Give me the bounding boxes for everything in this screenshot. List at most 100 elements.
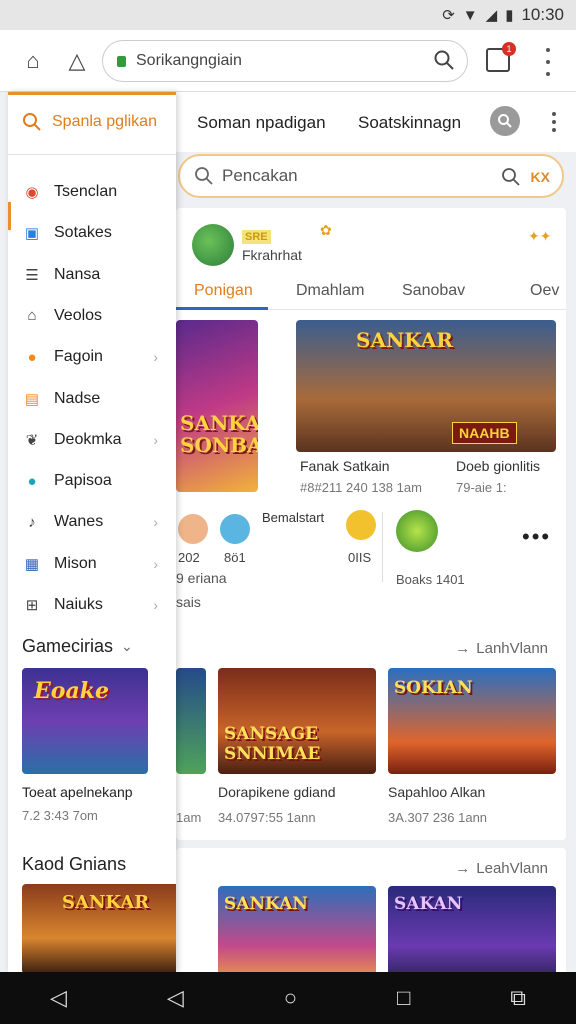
avatar[interactable] <box>220 514 250 544</box>
drawer-search-label: Spanla pglikan <box>52 113 157 130</box>
sidebar-item-fagoin[interactable]: ● Fagoin › <box>8 337 176 377</box>
game-title-3[interactable]: Dorapikene gdiand <box>218 784 336 800</box>
tab-switcher-button[interactable]: 1 <box>486 42 516 72</box>
home-icon[interactable]: △ <box>60 44 94 78</box>
back-icon[interactable]: ◁ <box>50 985 67 1011</box>
image-icon: ▣ <box>24 225 40 243</box>
sync-icon: ⟳ <box>442 7 455 24</box>
lane2-link[interactable]: → LeahVlann <box>455 860 548 877</box>
lane2-link-label: LeahVlann <box>476 860 548 877</box>
game-thumb-4[interactable]: SOKIAN <box>388 668 556 774</box>
tab-ponigan[interactable]: Ponigan <box>194 282 253 300</box>
overflow-menu-icon[interactable] <box>546 112 562 132</box>
drawer-game-meta: 7.2 3:43 7om <box>22 808 98 823</box>
game-thumb-3[interactable]: SANSAGE SNNIMAE <box>218 668 376 774</box>
search-badge[interactable]: KX <box>531 169 550 185</box>
sidebar-item-wanes[interactable]: ♪ Wanes › <box>8 502 176 542</box>
tab-sanobav[interactable]: Sanobav <box>402 282 465 300</box>
drawer-search[interactable]: Spanla pglikan <box>22 112 157 132</box>
teal-badge-icon: ● <box>27 472 37 490</box>
game-thumb-partial[interactable] <box>176 668 206 774</box>
game-meta-partial: 1am <box>176 810 202 825</box>
sidebar-item-sotakes[interactable]: ▣ Sotakes <box>8 213 176 253</box>
game-title-4[interactable]: Sapahloo Alkan <box>388 784 485 800</box>
recents-icon[interactable]: □ <box>397 985 410 1011</box>
drawer-heading-2: Kaod Gnians <box>22 854 127 874</box>
grid-icon: ⊞ <box>25 597 39 614</box>
search-icon <box>498 114 512 128</box>
avatar[interactable] <box>396 510 438 552</box>
drawer-accent <box>8 92 176 95</box>
orange-circle-icon: ● <box>27 348 37 366</box>
chevron-right-icon: › <box>153 431 158 448</box>
drawer-game-thumb-2[interactable]: SANKAR <box>22 884 176 972</box>
banner1-title: SANKAR SONBAVI <box>180 411 258 457</box>
browser-menu-icon[interactable] <box>540 48 556 76</box>
sidebar-item-papisoa[interactable]: ● Papisoa <box>8 461 176 501</box>
home-circle-icon[interactable]: ○ <box>284 985 297 1011</box>
drawer-game-title[interactable]: Toeat apelnekanp <box>22 784 133 800</box>
avatar <box>192 224 234 266</box>
tab-dmahlam[interactable]: Dmahlam <box>296 282 364 300</box>
search-placeholder: Pencakan <box>222 166 298 185</box>
chevron-right-icon: › <box>153 514 158 531</box>
people-num-1: 202 <box>178 550 200 565</box>
sidebar-item-nadse[interactable]: ▤ Nadse <box>8 379 176 419</box>
more-icon[interactable]: ••• <box>522 524 551 550</box>
search-submit-icon[interactable] <box>501 167 521 187</box>
sub-tabs: Ponigan Dmahlam Sanobav Oev <box>176 270 566 310</box>
drawer-game-thumb[interactable]: Eoake <box>22 668 148 774</box>
sidebar-item-nansa[interactable]: ☰ Nansa <box>8 255 176 295</box>
profile-header[interactable]: SRE Fkrahrhat <box>192 222 302 268</box>
search-avatar-button[interactable] <box>490 106 520 136</box>
tab-oev[interactable]: Oev <box>530 282 559 300</box>
game-title-2[interactable]: Doeb gionlitis <box>456 458 540 474</box>
lane-card-1: → LanhVlann 1am SANSAGE SNNIMAE Dorapike… <box>176 628 566 840</box>
sidebar-item-label: Wanes <box>54 513 104 531</box>
game-thumb-5[interactable]: SANKAN <box>218 886 376 972</box>
game-title-1[interactable]: Fanak Satkain <box>300 458 390 474</box>
avatar[interactable] <box>346 510 376 540</box>
multi-window-icon[interactable]: ⧉ <box>510 985 526 1011</box>
people-label: Bemalstart <box>262 510 325 525</box>
lane-card-2: → LeahVlann SANKAN SAKAN <box>176 848 566 972</box>
arrow-right-icon: → <box>455 860 471 877</box>
browser-toolbar: ⌂ △ Sorikangngiain 1 <box>0 30 576 92</box>
search-input[interactable]: Pencakan KX <box>178 154 564 198</box>
nav-item-1[interactable]: Soman npadigan <box>197 113 326 133</box>
sidebar-item-mison[interactable]: ▦ Mison › <box>8 544 176 584</box>
leaf-icon: ❦ <box>25 431 39 449</box>
side-drawer: Spanla pglikan ◉ Tsenclan ▣ Sotakes ☰ Nansa ⌂ V… <box>8 92 176 972</box>
games-heading-label: Gamecirias <box>22 636 114 656</box>
sidebar-item-label: Naiuks <box>54 596 103 613</box>
search-icon[interactable] <box>433 49 455 71</box>
game-meta-3: 34.0797:55 1ann <box>218 810 316 825</box>
game-art-4: SOKIAN <box>394 678 473 698</box>
game-thumb-6[interactable]: SAKAN <box>388 886 556 972</box>
game-banner-2[interactable]: SANKAR NAAHB <box>296 320 556 452</box>
avatar[interactable] <box>178 514 208 544</box>
chevron-right-icon: › <box>153 349 158 366</box>
lane1-link-label: LanhVlann <box>476 640 548 657</box>
nav-item-2[interactable]: Soatskinnagn <box>358 113 461 133</box>
arrow-right-icon: → <box>455 640 471 657</box>
address-bar[interactable]: Sorikangngiain <box>102 40 468 82</box>
chevron-right-icon: › <box>153 555 158 572</box>
sidebar-item-tsenclan[interactable]: ◉ Tsenclan <box>8 172 176 212</box>
people-row: Bemalstart 202 8ö1 0IIS 9 eriana sais Bo… <box>176 510 566 610</box>
sidebar-item-label: Sotakes <box>54 224 112 242</box>
tabs-overview-icon[interactable]: ⌂ <box>16 44 50 78</box>
back-icon[interactable]: ◁ <box>167 985 184 1011</box>
people-caption-2: sais <box>176 594 201 610</box>
lane1-link[interactable]: → LanhVlann <box>455 640 548 657</box>
drawer-game-art: Eoake <box>34 678 109 704</box>
document-icon: ☰ <box>25 266 39 284</box>
games-section-heading[interactable]: Gamecirias ⌄ <box>22 636 133 657</box>
sidebar-item-veolos[interactable]: ⌂ Veolos <box>8 296 176 336</box>
sidebar-item-label: Veolos <box>54 306 103 324</box>
sidebar-item-naiuks[interactable]: ⊞ Naiuks › <box>8 585 176 625</box>
game-banner-1[interactable]: SANKAR SONBAVI <box>176 320 258 492</box>
search-icon <box>195 167 213 185</box>
music-icon: ♪ <box>28 513 36 531</box>
sidebar-item-deokmka[interactable]: ❦ Deokmka › <box>8 420 176 460</box>
